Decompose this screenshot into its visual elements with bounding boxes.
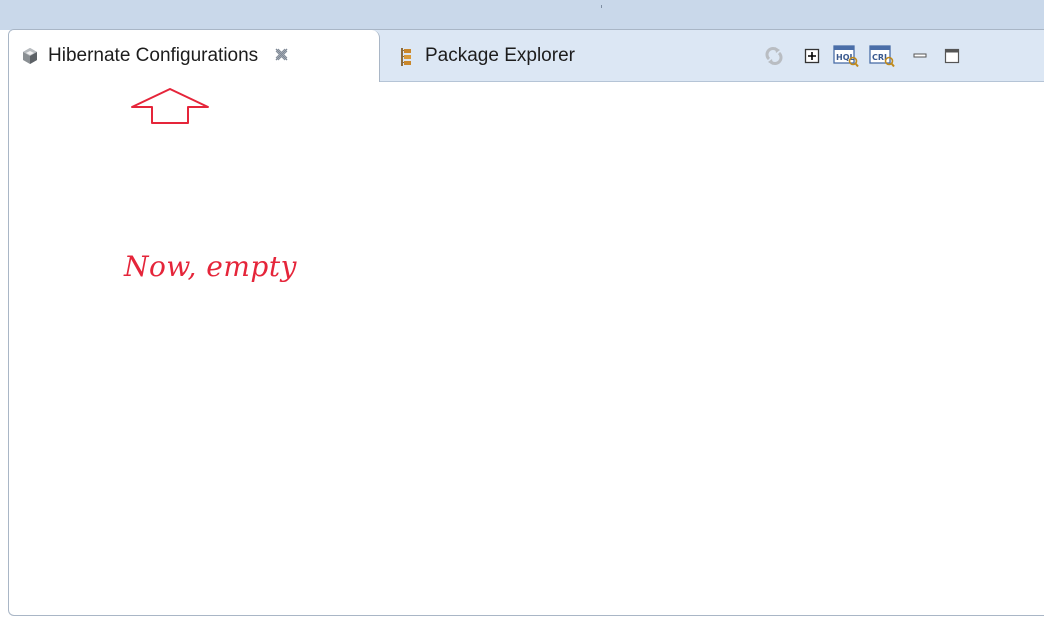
tab-hibernate-configurations[interactable]: Hibernate Configurations (21, 30, 289, 82)
up-arrow-icon (130, 87, 212, 132)
package-explorer-icon (398, 47, 416, 66)
divider (601, 5, 602, 8)
window-top-bar (0, 0, 1044, 30)
hql-editor-icon[interactable]: HQL (833, 42, 859, 70)
tab-package-explorer[interactable]: Package Explorer (398, 30, 575, 82)
refresh-icon[interactable] (761, 42, 787, 70)
tab-strip: Hibernate Configurations Package Explore… (9, 30, 1044, 82)
minimize-icon[interactable] (907, 42, 933, 70)
criteria-editor-icon[interactable]: CRI (869, 42, 895, 70)
annotation-text: Now, empty (124, 250, 297, 283)
hibernate-icon (21, 47, 39, 65)
view-toolbar: HQL CRI (761, 42, 1031, 70)
maximize-icon[interactable] (939, 42, 965, 70)
tab-label: Package Explorer (425, 45, 575, 66)
expand-all-icon[interactable] (799, 42, 825, 70)
tab-label: Hibernate Configurations (48, 45, 259, 66)
close-icon[interactable] (274, 47, 289, 65)
